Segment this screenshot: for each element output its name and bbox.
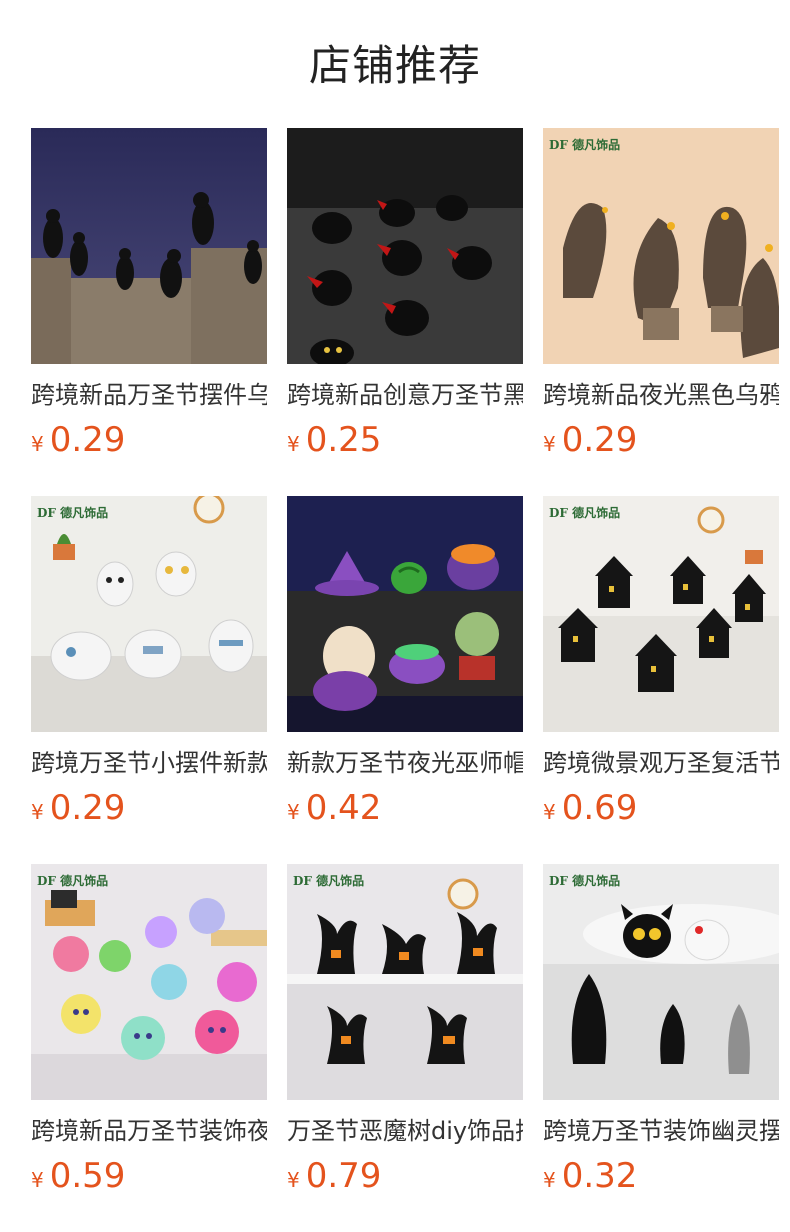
brand-watermark: DF 德凡饰品 [293,874,365,888]
product-price: ¥0.59 [31,1156,267,1196]
currency-symbol: ¥ [31,1168,44,1192]
product-image[interactable] [287,128,523,364]
product-image[interactable]: DF 德凡饰品 [31,496,267,732]
product-card[interactable]: 新款万圣节夜光巫师帽南瓜 ¥0.42 [287,496,523,828]
price-value: 0.29 [561,420,638,460]
product-name[interactable]: 新款万圣节夜光巫师帽南瓜 [287,746,523,780]
currency-symbol: ¥ [31,432,44,456]
product-image[interactable]: DF 德凡饰品 [31,864,267,1100]
product-name[interactable]: 跨境新品创意万圣节黑鸭 [287,378,523,412]
price-value: 0.25 [305,420,382,460]
product-price: ¥0.79 [287,1156,523,1196]
product-card[interactable]: DF 德凡饰品 跨境新品万圣节装饰夜光幽灵 ¥0.59 [31,864,267,1196]
product-name[interactable]: 跨境新品万圣节摆件乌鸦 [31,378,267,412]
product-price: ¥0.69 [543,788,779,828]
product-name[interactable]: 跨境新品夜光黑色乌鸦摆件 [543,378,779,412]
price-value: 0.29 [49,788,126,828]
product-image[interactable]: DF 德凡饰品 [543,496,779,732]
product-price: ¥0.29 [31,788,267,828]
brand-watermark: DF 德凡饰品 [549,506,621,520]
price-value: 0.29 [49,420,126,460]
product-price: ¥0.25 [287,420,523,460]
product-card[interactable]: DF 德凡饰品 万圣节恶魔树diy饰品摆件 ¥0.79 [287,864,523,1196]
product-price: ¥0.42 [287,788,523,828]
price-value: 0.32 [561,1156,638,1196]
currency-symbol: ¥ [287,1168,300,1192]
product-name[interactable]: 跨境万圣节小摆件新款幽灵 [31,746,267,780]
page-title: 店铺推荐 [308,41,481,90]
product-card[interactable]: DF 德凡饰品 跨境新品夜光黑色乌鸦摆件 ¥0.29 [543,128,779,460]
brand-watermark: DF 德凡饰品 [37,506,109,520]
product-name[interactable]: 跨境微景观万圣复活节小屋 [543,746,779,780]
product-price: ¥0.29 [31,420,267,460]
brand-watermark: DF 德凡饰品 [549,138,621,152]
product-image[interactable] [31,128,267,364]
brand-watermark: DF 德凡饰品 [37,874,109,888]
currency-symbol: ¥ [543,800,556,824]
price-value: 0.42 [305,788,382,828]
product-card[interactable]: DF 德凡饰品 跨境微景观万圣复活节小屋 ¥0.69 [543,496,779,828]
product-price: ¥0.32 [543,1156,779,1196]
product-name[interactable]: 跨境新品万圣节装饰夜光幽灵 [31,1114,267,1148]
product-image[interactable]: DF 德凡饰品 [543,128,779,364]
product-name[interactable]: 万圣节恶魔树diy饰品摆件 [287,1114,523,1148]
price-value: 0.69 [561,788,638,828]
currency-symbol: ¥ [287,432,300,456]
price-value: 0.79 [305,1156,382,1196]
product-card[interactable]: DF 德凡饰品 跨境万圣节装饰幽灵摆件 ¥0.32 [543,864,779,1196]
product-image[interactable]: DF 德凡饰品 [543,864,779,1100]
shop-recommendations-page: 店铺推荐 跨境新品万圣节摆件乌 ¥ 0.29 跨境新品创意万圣节黑 ¥ 0.25… [0,0,790,1232]
currency-symbol: ¥ [31,800,44,824]
brand-watermark: DF 德凡饰品 [549,874,621,888]
currency-symbol: ¥ [543,432,556,456]
product-name[interactable]: 跨境万圣节装饰幽灵摆件 [543,1114,779,1148]
currency-symbol: ¥ [543,1168,556,1192]
product-image[interactable] [287,496,523,732]
currency-symbol: ¥ [287,800,300,824]
product-card[interactable]: DF 德凡饰品 跨境万圣节小摆件新款幽灵 ¥0.29 [31,496,267,828]
price-value: 0.59 [49,1156,126,1196]
product-price: ¥0.29 [543,420,779,460]
product-card[interactable]: 跨境新品创意万圣节黑鸭 ¥0.25 [287,128,523,460]
product-image[interactable]: DF 德凡饰品 [287,864,523,1100]
product-card[interactable]: 跨境新品万圣节摆件乌鸦 ¥0.29 [31,128,267,460]
